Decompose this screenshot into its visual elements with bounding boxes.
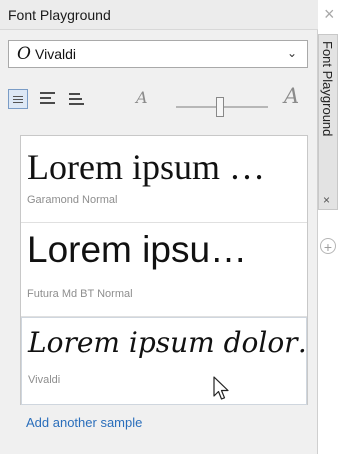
side-tab-label[interactable]: Font Playground [320,41,335,136]
panel-titlebar: Font Playground [0,0,318,30]
chevron-down-icon: ⌄ [286,46,297,60]
o-font-icon: O [17,44,31,64]
font-sample[interactable]: Lorem ipsum dolor… Vivaldi [21,317,307,405]
font-sample[interactable]: Lorem ipsum … Garamond Normal [21,136,307,222]
add-docker-icon[interactable]: + [320,238,336,255]
zoom-slider-thumb[interactable] [216,97,224,117]
waterfall-view-button[interactable] [66,89,86,109]
font-select-dropdown[interactable]: O Vivaldi ⌄ [8,40,308,68]
font-playground-panel: Font Playground O Vivaldi ⌄ A A Lorem ip… [0,0,318,454]
sample-font-name: Garamond Normal [27,194,118,206]
zoom-in-icon[interactable]: A [284,84,299,108]
font-samples-list: Lorem ipsum … Garamond Normal Lorem ipsu… [20,135,308,405]
sample-text[interactable]: Lorem ipsum dolor… [28,326,306,359]
add-another-sample-link[interactable]: Add another sample [26,415,142,430]
sample-font-name: Vivaldi [28,374,61,386]
single-line-view-button[interactable] [8,89,28,109]
sample-font-name: Futura Md BT Normal [27,288,133,300]
docker-side-tab[interactable]: Font Playground × [318,34,338,210]
zoom-out-icon[interactable]: A [136,88,148,107]
mouse-pointer-icon [213,376,229,400]
font-sample[interactable]: Lorem ipsu… Futura Md BT Normal [21,223,307,316]
side-tab-close-icon[interactable]: × [323,193,330,207]
sample-text[interactable]: Lorem ipsu… [27,229,247,271]
paragraph-view-button[interactable] [38,89,58,109]
panel-title: Font Playground [8,7,111,23]
close-icon[interactable]: × [324,4,335,25]
font-select-value: Vivaldi [35,46,76,62]
sample-text[interactable]: Lorem ipsum … [27,146,265,188]
